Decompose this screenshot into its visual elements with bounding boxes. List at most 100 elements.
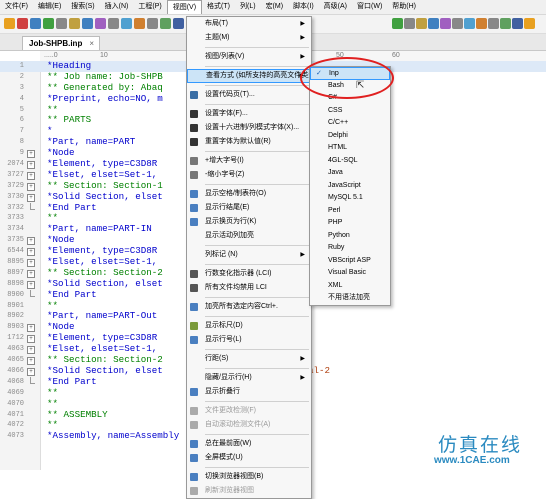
toolbar-button-icon[interactable] bbox=[392, 18, 403, 29]
toolbar-button-icon[interactable] bbox=[69, 18, 80, 29]
fold-toggle-icon[interactable]: + bbox=[27, 357, 35, 366]
syntax-option[interactable]: 不用语法加亮 bbox=[310, 292, 390, 305]
view-menu-item[interactable]: 显示标尺(D) bbox=[187, 319, 311, 333]
view-menu-item[interactable]: 行数变化指示器 (LCI) bbox=[187, 267, 311, 281]
view-menu-item[interactable]: 加亮所有选定内容Ctrl+. bbox=[187, 300, 311, 314]
view-menu-item[interactable]: 主题(M) ▶ bbox=[187, 31, 311, 45]
fold-toggle-icon[interactable]: + bbox=[27, 259, 35, 268]
toolbar-button-icon[interactable] bbox=[160, 18, 171, 29]
toolbar-button-icon[interactable] bbox=[95, 18, 106, 29]
view-menu-item[interactable]: 显示折叠行 bbox=[187, 385, 311, 399]
view-menu-item[interactable]: 显示空格/制表符(O) bbox=[187, 187, 311, 201]
toolbar-button-icon[interactable] bbox=[404, 18, 415, 29]
menu-2[interactable]: 搜索(S) bbox=[66, 0, 99, 14]
view-menu-item[interactable]: 显示行号(L) bbox=[187, 333, 311, 347]
toolbar-button-icon[interactable] bbox=[17, 18, 28, 29]
syntax-option[interactable]: Visual Basic bbox=[310, 267, 390, 280]
toolbar-button-icon[interactable] bbox=[82, 18, 93, 29]
view-menu-item[interactable]: 行距(S) ▶ bbox=[187, 352, 311, 366]
menu-8[interactable]: 宏(M) bbox=[261, 0, 289, 14]
view-menu-item[interactable]: 所有文件均禁用 LCI bbox=[187, 281, 311, 295]
fold-toggle-icon[interactable]: + bbox=[27, 248, 35, 257]
menu-10[interactable]: 高级(A) bbox=[319, 0, 352, 14]
toolbar-button-icon[interactable] bbox=[488, 18, 499, 29]
menu-7[interactable]: 列(L) bbox=[235, 0, 261, 14]
syntax-option[interactable]: 4GL-SQL bbox=[310, 155, 390, 168]
menu-6[interactable]: 格式(T) bbox=[202, 0, 235, 14]
view-menu-item[interactable]: 查看方式 (如所支持的高亮文件类型)(V) ▶ bbox=[187, 69, 327, 83]
view-menu-item[interactable]: 全屏模式(U) bbox=[187, 451, 311, 465]
syntax-option[interactable]: Python bbox=[310, 230, 390, 243]
toolbar-button-icon[interactable] bbox=[416, 18, 427, 29]
fold-toggle-icon[interactable]: + bbox=[27, 269, 35, 278]
view-menu-item[interactable]: 设置代码页(T)... bbox=[187, 88, 311, 102]
fold-toggle-icon[interactable]: + bbox=[27, 171, 35, 180]
syntax-option[interactable]: XML bbox=[310, 280, 390, 293]
view-menu-item[interactable]: -缩小字号(Z) bbox=[187, 168, 311, 182]
menu-0[interactable]: 文件(F) bbox=[0, 0, 33, 14]
syntax-option[interactable]: Delphi bbox=[310, 130, 390, 143]
syntax-option[interactable]: CSS bbox=[310, 105, 390, 118]
fold-toggle-icon[interactable]: + bbox=[27, 161, 35, 170]
menu-5[interactable]: 视图(V) bbox=[166, 0, 203, 14]
syntax-option[interactable]: PHP bbox=[310, 217, 390, 230]
fold-toggle-icon[interactable]: + bbox=[27, 182, 35, 191]
file-tab[interactable]: Job-SHPB.inp × bbox=[22, 36, 100, 50]
syntax-option[interactable]: HTML bbox=[310, 142, 390, 155]
view-menu-item[interactable]: 显示行结尾(E) bbox=[187, 201, 311, 215]
toolbar-button-icon[interactable] bbox=[4, 18, 15, 29]
syntax-option-label: HTML bbox=[328, 144, 348, 151]
toolbar-button-icon[interactable] bbox=[134, 18, 145, 29]
syntax-option[interactable]: Java bbox=[310, 167, 390, 180]
toolbar-button-icon[interactable] bbox=[121, 18, 132, 29]
toolbar-button-icon[interactable] bbox=[524, 18, 535, 29]
view-menu-item[interactable]: 切换浏览器视图(B) bbox=[187, 470, 311, 484]
toolbar-button-icon[interactable] bbox=[147, 18, 158, 29]
view-menu-item[interactable]: 设置十六进制/列模式字体(X)... bbox=[187, 121, 311, 135]
toolbar-button-icon[interactable] bbox=[108, 18, 119, 29]
view-menu-item[interactable]: 显示换页为行(K) bbox=[187, 215, 311, 229]
toolbar-button-icon[interactable] bbox=[452, 18, 463, 29]
toolbar-button-icon[interactable] bbox=[464, 18, 475, 29]
syntax-option[interactable]: MySQL 5.1 bbox=[310, 192, 390, 205]
fold-toggle-icon[interactable]: + bbox=[27, 193, 35, 202]
menu-11[interactable]: 窗口(W) bbox=[352, 0, 387, 14]
toolbar-button-icon[interactable] bbox=[440, 18, 451, 29]
fold-toggle-icon[interactable]: + bbox=[27, 324, 35, 333]
toolbar-button-icon[interactable] bbox=[500, 18, 511, 29]
view-menu-item[interactable]: 布局(T) ▶ bbox=[187, 17, 311, 31]
toolbar-button-icon[interactable] bbox=[43, 18, 54, 29]
toolbar-button-icon[interactable] bbox=[428, 18, 439, 29]
toolbar-button-icon[interactable] bbox=[476, 18, 487, 29]
syntax-option[interactable]: VBScript ASP bbox=[310, 255, 390, 268]
view-menu-item[interactable]: 总在最前面(W) bbox=[187, 437, 311, 451]
menu-4[interactable]: 工程(P) bbox=[133, 0, 166, 14]
fold-toggle-icon[interactable]: + bbox=[27, 346, 35, 355]
fold-toggle-icon[interactable]: + bbox=[27, 335, 35, 344]
close-icon[interactable]: × bbox=[89, 37, 94, 51]
view-menu-item[interactable]: 设置字体(F)... bbox=[187, 107, 311, 121]
view-menu-item[interactable]: 显示活动列加亮 bbox=[187, 229, 311, 243]
menu-separator bbox=[205, 47, 309, 48]
menu-1[interactable]: 编辑(E) bbox=[33, 0, 66, 14]
syntax-option[interactable]: JavaScript bbox=[310, 180, 390, 193]
syntax-option[interactable]: Perl bbox=[310, 205, 390, 218]
view-menu-item[interactable]: 列标记 (N) ▶ bbox=[187, 248, 311, 262]
toolbar-button-icon[interactable] bbox=[30, 18, 41, 29]
fold-toggle-icon[interactable]: + bbox=[27, 150, 35, 159]
toolbar-button-icon[interactable] bbox=[56, 18, 67, 29]
fold-toggle-icon[interactable]: + bbox=[27, 280, 35, 289]
syntax-option[interactable]: C/C++ bbox=[310, 117, 390, 130]
menu-3[interactable]: 插入(N) bbox=[100, 0, 134, 14]
menu-12[interactable]: 帮助(H) bbox=[387, 0, 421, 14]
syntax-option[interactable]: Ruby bbox=[310, 242, 390, 255]
fold-toggle-icon[interactable]: + bbox=[27, 367, 35, 376]
view-menu-item[interactable]: 重置字体为默认值(R) bbox=[187, 135, 311, 149]
view-menu-item[interactable]: +增大字号(I) bbox=[187, 154, 311, 168]
menu-9[interactable]: 脚本(I) bbox=[288, 0, 319, 14]
toolbar-button-icon[interactable] bbox=[512, 18, 523, 29]
view-menu-item[interactable]: 视图/列表(V) ▶ bbox=[187, 50, 311, 64]
toolbar-button-icon[interactable] bbox=[173, 18, 184, 29]
view-menu-item[interactable]: 隐藏/显示行(H) ▶ bbox=[187, 371, 311, 385]
fold-toggle-icon[interactable]: + bbox=[27, 237, 35, 246]
